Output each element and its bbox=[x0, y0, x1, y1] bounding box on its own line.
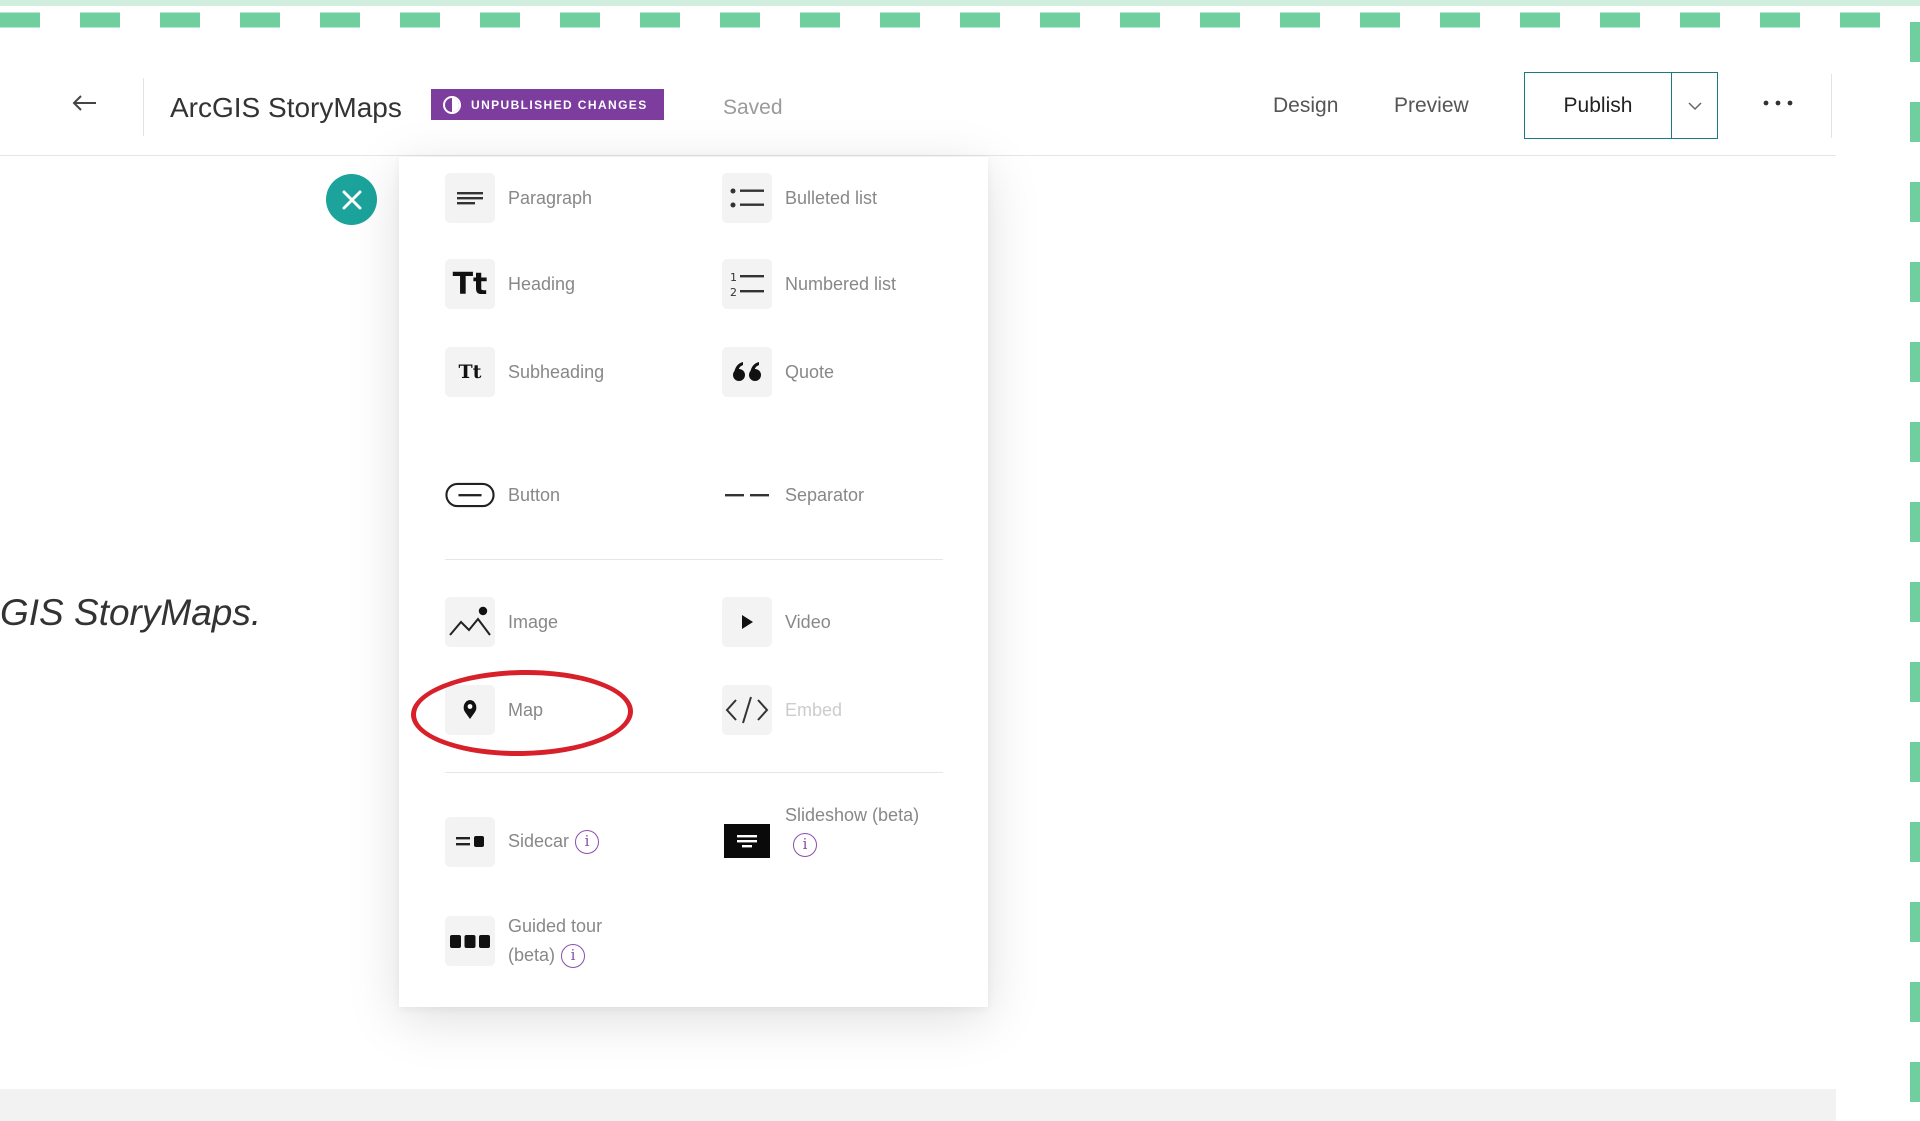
block-label: Embed bbox=[785, 699, 843, 720]
publish-split-button: Publish bbox=[1524, 72, 1718, 139]
button-icon bbox=[445, 470, 495, 520]
half-circle-icon bbox=[443, 95, 461, 114]
guided-tour-label: Guided tour (beta) bbox=[508, 916, 603, 965]
block-label: Quote bbox=[785, 361, 835, 382]
video-icon bbox=[722, 597, 772, 647]
paragraph-icon bbox=[445, 173, 495, 223]
block-label: Sidecar i bbox=[508, 830, 600, 854]
close-icon bbox=[342, 190, 361, 209]
slideshow-icon bbox=[722, 816, 772, 866]
block-label: Map bbox=[508, 699, 544, 720]
heading-icon: Tt bbox=[445, 259, 495, 309]
editor-header: ArcGIS StoryMaps UNPUBLISHED CHANGES Sav… bbox=[0, 60, 1836, 156]
story-text-fragment: GIS StoryMaps. bbox=[0, 592, 262, 633]
info-icon[interactable]: i bbox=[561, 944, 586, 969]
separator-icon bbox=[722, 470, 772, 520]
block-image[interactable]: Image bbox=[445, 597, 558, 647]
block-label: Image bbox=[508, 611, 559, 632]
block-bulleted-list[interactable]: Bulleted list bbox=[722, 173, 877, 223]
svg-text:2: 2 bbox=[730, 286, 737, 299]
block-palette-menu: Paragraph Bulleted list Tt Heading 1 2 N… bbox=[399, 157, 988, 1007]
heading-glyph: Tt bbox=[452, 266, 488, 302]
block-paragraph[interactable]: Paragraph bbox=[445, 173, 592, 223]
sidecar-label: Sidecar bbox=[508, 830, 570, 851]
decorative-dashed-border-right bbox=[1910, 22, 1920, 1121]
numbered-list-icon: 1 2 bbox=[722, 259, 772, 309]
block-video[interactable]: Video bbox=[722, 597, 831, 647]
guided-tour-icon bbox=[445, 916, 495, 966]
publish-options-button[interactable] bbox=[1672, 73, 1717, 138]
back-button[interactable] bbox=[70, 88, 102, 120]
block-label: Video bbox=[785, 611, 831, 632]
image-icon bbox=[445, 597, 495, 647]
preview-tab[interactable]: Preview bbox=[1394, 94, 1469, 118]
app-title: ArcGIS StoryMaps bbox=[170, 92, 402, 123]
chevron-down-icon bbox=[1687, 101, 1702, 110]
arrow-left-icon bbox=[72, 95, 96, 111]
block-label: Paragraph bbox=[508, 187, 593, 208]
block-subheading[interactable]: Tt Subheading bbox=[445, 347, 604, 397]
menu-divider bbox=[445, 772, 943, 773]
bottom-section-bar bbox=[0, 1089, 1836, 1121]
code-icon bbox=[722, 685, 772, 735]
design-tab[interactable]: Design bbox=[1273, 94, 1338, 118]
menu-divider bbox=[445, 559, 943, 560]
block-label: Subheading bbox=[508, 361, 605, 382]
svg-text:1: 1 bbox=[730, 271, 737, 284]
slideshow-label: Slideshow (beta) bbox=[785, 805, 920, 825]
info-icon[interactable]: i bbox=[575, 830, 600, 854]
more-options-button[interactable] bbox=[1762, 84, 1794, 115]
save-status: Saved bbox=[723, 96, 783, 119]
decorative-dashed-border-top bbox=[0, 0, 1920, 28]
block-numbered-list[interactable]: 1 2 Numbered list bbox=[722, 259, 896, 309]
block-quote[interactable]: Quote bbox=[722, 347, 834, 397]
block-label: Separator bbox=[785, 484, 865, 505]
map-pin-icon bbox=[445, 685, 495, 735]
block-label: Button bbox=[508, 484, 561, 505]
badge-label: UNPUBLISHED CHANGES bbox=[471, 97, 648, 112]
header-divider bbox=[143, 78, 144, 136]
block-heading[interactable]: Tt Heading bbox=[445, 259, 575, 309]
more-horizontal-icon bbox=[1763, 100, 1793, 106]
subheading-glyph: Tt bbox=[458, 361, 482, 383]
block-label: Numbered list bbox=[785, 273, 897, 294]
block-button[interactable]: Button bbox=[445, 470, 560, 520]
subheading-icon: Tt bbox=[445, 347, 495, 397]
quote-icon bbox=[722, 347, 772, 397]
close-block-menu-button[interactable] bbox=[326, 174, 377, 225]
publish-button[interactable]: Publish bbox=[1525, 73, 1672, 138]
block-label: Heading bbox=[508, 273, 576, 294]
block-label: Slideshow (beta) i bbox=[785, 801, 919, 859]
sidecar-icon bbox=[445, 817, 495, 867]
unpublished-changes-badge: UNPUBLISHED CHANGES bbox=[431, 89, 664, 120]
bulleted-list-icon bbox=[722, 173, 772, 223]
block-embed: Embed bbox=[722, 685, 842, 735]
block-guided-tour[interactable]: Guided tour (beta) i bbox=[445, 912, 628, 970]
header-right-divider bbox=[1831, 74, 1832, 138]
block-sidecar[interactable]: Sidecar i bbox=[445, 817, 600, 867]
block-slideshow[interactable]: Slideshow (beta) i bbox=[722, 805, 919, 866]
block-label: Guided tour (beta) i bbox=[508, 912, 628, 970]
block-separator[interactable]: Separator bbox=[722, 470, 864, 520]
info-icon[interactable]: i bbox=[793, 833, 817, 858]
block-label: Bulleted list bbox=[785, 187, 878, 208]
block-map[interactable]: Map bbox=[445, 685, 543, 735]
